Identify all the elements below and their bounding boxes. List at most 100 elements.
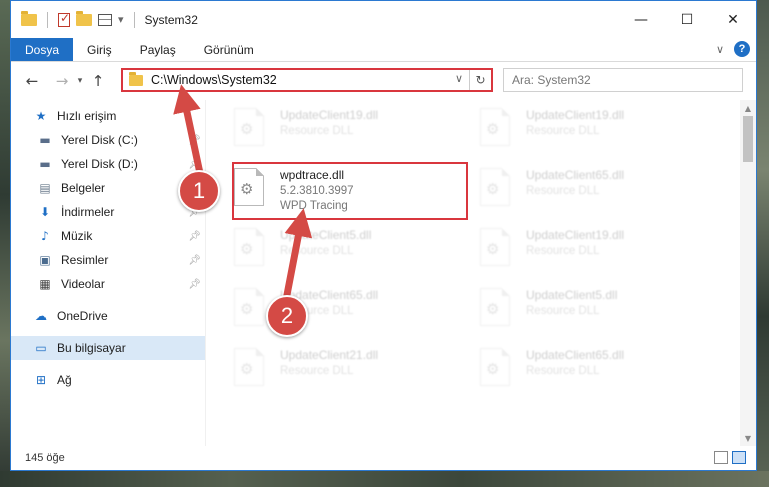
search-input[interactable]: Ara: System32 [503, 68, 743, 92]
file-name: UpdateClient65.dll [526, 168, 625, 182]
back-arrow-icon[interactable]: ← [21, 72, 43, 90]
address-bar[interactable]: C:\Windows\System32 ∨ ↻ [121, 68, 493, 92]
sidebar-item-label: Resimler [61, 253, 109, 267]
sidebar-item-label: Bu bilgisayar [57, 341, 126, 355]
tab-share[interactable]: Paylaş [126, 38, 190, 61]
list-item[interactable]: ⚙ UpdateClient19.dll Resource DLL [228, 102, 466, 160]
divider [47, 11, 48, 28]
window-title: System32 [144, 12, 198, 27]
pin-icon[interactable]: 📌︎ [188, 231, 201, 242]
scroll-down-arrow-icon[interactable]: ▼ [740, 430, 756, 446]
music-icon: ♪ [41, 229, 49, 243]
file-name: UpdateClient19.dll [526, 108, 625, 122]
list-item[interactable]: ⚙ UpdateClient65.dll Resource DLL [474, 342, 712, 400]
new-folder-icon[interactable] [76, 10, 92, 26]
view-options-icon[interactable] [98, 13, 112, 26]
large-icons-view-icon[interactable] [732, 451, 746, 464]
sidebar-item-downloads[interactable]: ⬇ İndirmeler 📌︎ [11, 200, 205, 224]
window-controls: — ☐ ✕ [618, 1, 756, 38]
pin-icon[interactable]: 📌︎ [188, 159, 201, 170]
navigation-pane: ★ Hızlı erişim ▬ Yerel Disk (C:) 📌︎ ▬ Ye… [11, 100, 206, 446]
list-item[interactable]: ⚙ UpdateClient65.dll Resource DLL [228, 282, 466, 340]
forward-arrow-icon[interactable]: → [51, 72, 73, 90]
file-description: Resource DLL [280, 365, 354, 377]
documents-icon: ▤ [39, 181, 51, 195]
sidebar-item-label: Müzik [61, 229, 93, 243]
sidebar-item-documents[interactable]: ▤ Belgeler 📌︎ [11, 176, 205, 200]
star-icon: ★ [35, 109, 47, 123]
quick-access-toolbar: ▾ [11, 10, 139, 28]
file-description: Resource DLL [526, 245, 600, 257]
pin-icon[interactable]: 📌︎ [188, 255, 201, 266]
step-2-badge: 2 [266, 295, 308, 337]
sidebar-item-label: Belgeler [61, 181, 106, 195]
address-row: ← → ▾ ↑ C:\Windows\System32 ∨ ↻ Ara: Sys… [11, 62, 756, 100]
sidebar-item-onedrive[interactable]: ☁ OneDrive [11, 304, 205, 328]
refresh-icon[interactable]: ↻ [469, 70, 491, 90]
sidebar-item-videos[interactable]: ▦ Videolar 📌︎ [11, 272, 205, 296]
up-arrow-icon[interactable]: ↑ [87, 72, 109, 90]
scroll-up-arrow-icon[interactable]: ▲ [740, 100, 756, 116]
file-description: Resource DLL [526, 185, 600, 197]
sidebar-item-this-pc[interactable]: ▭ Bu bilgisayar [11, 336, 205, 360]
pin-icon[interactable]: 📌︎ [188, 279, 201, 290]
sidebar-item-label: Yerel Disk (C:) [61, 133, 138, 147]
list-item[interactable]: ⚙ UpdateClient65.dll Resource DLL [474, 162, 712, 220]
videos-icon: ▦ [39, 277, 51, 291]
item-count: 145 öğe [25, 452, 65, 464]
dll-file-icon: ⚙ [480, 168, 516, 210]
sidebar-item-label: Videolar [61, 277, 105, 291]
file-name: UpdateClient19.dll [526, 228, 625, 242]
file-explorer-window: ▾ System32 — ☐ ✕ Dosya Giriş Paylaş Görü… [10, 0, 757, 471]
tab-home[interactable]: Giriş [73, 38, 126, 61]
file-description: Resource DLL [280, 125, 354, 137]
dll-file-icon: ⚙ [480, 108, 516, 150]
file-name: UpdateClient5.dll [526, 288, 618, 302]
sidebar-item-quick-access[interactable]: ★ Hızlı erişim [11, 104, 205, 128]
cloud-icon: ☁ [35, 309, 47, 323]
minimize-button[interactable]: — [618, 1, 664, 38]
address-dropdown-chevron-icon[interactable]: ∨ [455, 72, 463, 85]
expand-ribbon-chevron-icon[interactable]: ∨ [716, 43, 724, 56]
list-item[interactable]: ⚙ UpdateClient21.dll Resource DLL [228, 342, 466, 400]
recent-locations-chevron-icon[interactable]: ▾ [73, 76, 87, 86]
explorer-body: ★ Hızlı erişim ▬ Yerel Disk (C:) 📌︎ ▬ Ye… [11, 100, 756, 446]
file-list: ⚙ UpdateClient19.dll Resource DLL ⚙ Updat… [206, 100, 756, 446]
sidebar-item-pictures[interactable]: ▣ Resimler 📌︎ [11, 248, 205, 272]
dll-file-icon: ⚙ [480, 348, 516, 390]
tab-view[interactable]: Görünüm [190, 38, 268, 61]
address-path[interactable]: C:\Windows\System32 [151, 73, 277, 87]
file-name: UpdateClient65.dll [526, 348, 625, 362]
sidebar-item-label: İndirmeler [61, 205, 115, 219]
file-description: Resource DLL [526, 125, 600, 137]
highlight-box [232, 162, 468, 220]
folder-icon [129, 71, 143, 86]
list-item[interactable]: ⚙ UpdateClient5.dll Resource DLL [474, 282, 712, 340]
desktop-background-left [0, 0, 10, 487]
sidebar-item-label: OneDrive [57, 309, 108, 323]
sidebar-item-local-disk-d[interactable]: ▬ Yerel Disk (D:) 📌︎ [11, 152, 205, 176]
desktop-background-bottom [0, 471, 769, 487]
details-view-icon[interactable] [714, 451, 728, 464]
dll-file-icon: ⚙ [480, 288, 516, 330]
close-button[interactable]: ✕ [710, 1, 756, 38]
list-item[interactable]: ⚙ UpdateClient5.dll Resource DLL [228, 222, 466, 280]
file-description: Resource DLL [280, 245, 354, 257]
list-item[interactable]: ⚙ UpdateClient19.dll Resource DLL [474, 102, 712, 160]
customize-toolbar-chevron-icon[interactable]: ▾ [118, 13, 124, 26]
sidebar-item-music[interactable]: ♪ Müzik 📌︎ [11, 224, 205, 248]
sidebar-item-local-disk-c[interactable]: ▬ Yerel Disk (C:) 📌︎ [11, 128, 205, 152]
tab-file[interactable]: Dosya [11, 38, 74, 61]
dll-file-icon: ⚙ [234, 228, 270, 270]
step-1-badge: 1 [178, 170, 220, 212]
dll-file-icon: ⚙ [234, 348, 270, 390]
vertical-scrollbar[interactable]: ▲ ▼ [740, 100, 756, 446]
maximize-button[interactable]: ☐ [664, 1, 710, 38]
properties-check-icon[interactable] [58, 11, 70, 27]
help-icon[interactable]: ? [734, 41, 750, 57]
pin-icon[interactable]: 📌︎ [188, 135, 201, 146]
scrollbar-thumb[interactable] [743, 116, 753, 162]
list-item[interactable]: ⚙ UpdateClient19.dll Resource DLL [474, 222, 712, 280]
desktop-background-right [757, 0, 769, 487]
sidebar-item-network[interactable]: ⊞ Ağ [11, 368, 205, 392]
